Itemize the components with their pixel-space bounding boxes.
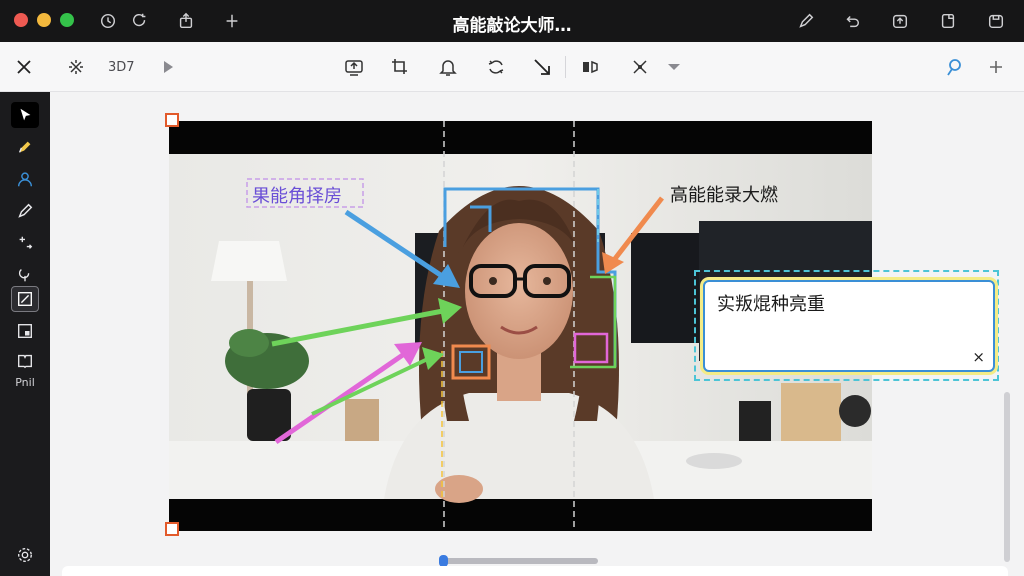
close-tool-icon[interactable]: [14, 56, 34, 78]
crop-icon[interactable]: [390, 56, 410, 78]
main-toolbar: 3D7: [0, 42, 1024, 92]
title-bar: 高能敲论大师…: [0, 0, 1024, 42]
callout-text-box[interactable]: 实叛焜种亮重 ×: [703, 280, 995, 372]
history-icon[interactable]: [98, 11, 118, 31]
person-icon[interactable]: [11, 166, 39, 192]
page-icon[interactable]: [938, 11, 958, 31]
view-mode-label[interactable]: 3D7: [108, 56, 135, 78]
callout-close-icon[interactable]: ×: [972, 348, 985, 366]
bottom-panel: [62, 566, 1008, 576]
settings-gear-icon[interactable]: [11, 542, 39, 568]
window-title: 高能敲论大师…: [452, 16, 572, 36]
toolbar-divider: [565, 56, 566, 78]
close-window-button[interactable]: [14, 13, 28, 27]
pencil-icon[interactable]: [11, 198, 39, 224]
tool-sidebar: Pnil: [0, 92, 50, 576]
select-pointer-icon[interactable]: [11, 102, 39, 128]
editor-canvas[interactable]: 果能角择房 高能能录大燃 实叛焜种亮重 ×: [50, 92, 1012, 576]
highlighter-icon[interactable]: [11, 134, 39, 160]
callout-text[interactable]: 实叛焜种亮重: [717, 290, 825, 316]
pen-icon[interactable]: [796, 11, 816, 31]
transform-icon[interactable]: [66, 56, 86, 78]
book-icon[interactable]: [11, 348, 39, 374]
undo-icon[interactable]: [842, 11, 862, 31]
export-icon[interactable]: [890, 11, 910, 31]
rotate-arrows-icon[interactable]: [486, 56, 506, 78]
sidebar-bottom-label: Pnil: [15, 376, 35, 389]
frame-tool-icon[interactable]: [11, 286, 39, 312]
location-pin-icon[interactable]: [944, 56, 964, 78]
traffic-lights: [14, 13, 74, 27]
flip-icon[interactable]: [580, 56, 600, 78]
play-icon[interactable]: [158, 56, 178, 78]
effects-icon[interactable]: [630, 56, 650, 78]
annotation-label-left[interactable]: 果能角择房: [252, 182, 342, 208]
arrow-tool-icon[interactable]: [532, 56, 552, 78]
screen-capture-icon[interactable]: [344, 56, 364, 78]
redo-icon[interactable]: [130, 11, 150, 31]
move-icon[interactable]: [11, 230, 39, 256]
vertical-scrollbar[interactable]: [1004, 392, 1010, 562]
add-icon[interactable]: [986, 56, 1006, 78]
minimize-window-button[interactable]: [37, 13, 51, 27]
maximize-window-button[interactable]: [60, 13, 74, 27]
horizontal-scrollbar-track[interactable]: [440, 558, 598, 564]
lasso-icon[interactable]: [11, 262, 39, 288]
annotation-label-right[interactable]: 高能能录大燃: [670, 181, 778, 207]
chevron-down-icon[interactable]: [664, 56, 684, 78]
bell-icon[interactable]: [438, 56, 458, 78]
split-icon[interactable]: [222, 11, 242, 31]
share-icon[interactable]: [176, 11, 196, 31]
image-tool-icon[interactable]: [11, 318, 39, 344]
save-icon[interactable]: [986, 11, 1006, 31]
